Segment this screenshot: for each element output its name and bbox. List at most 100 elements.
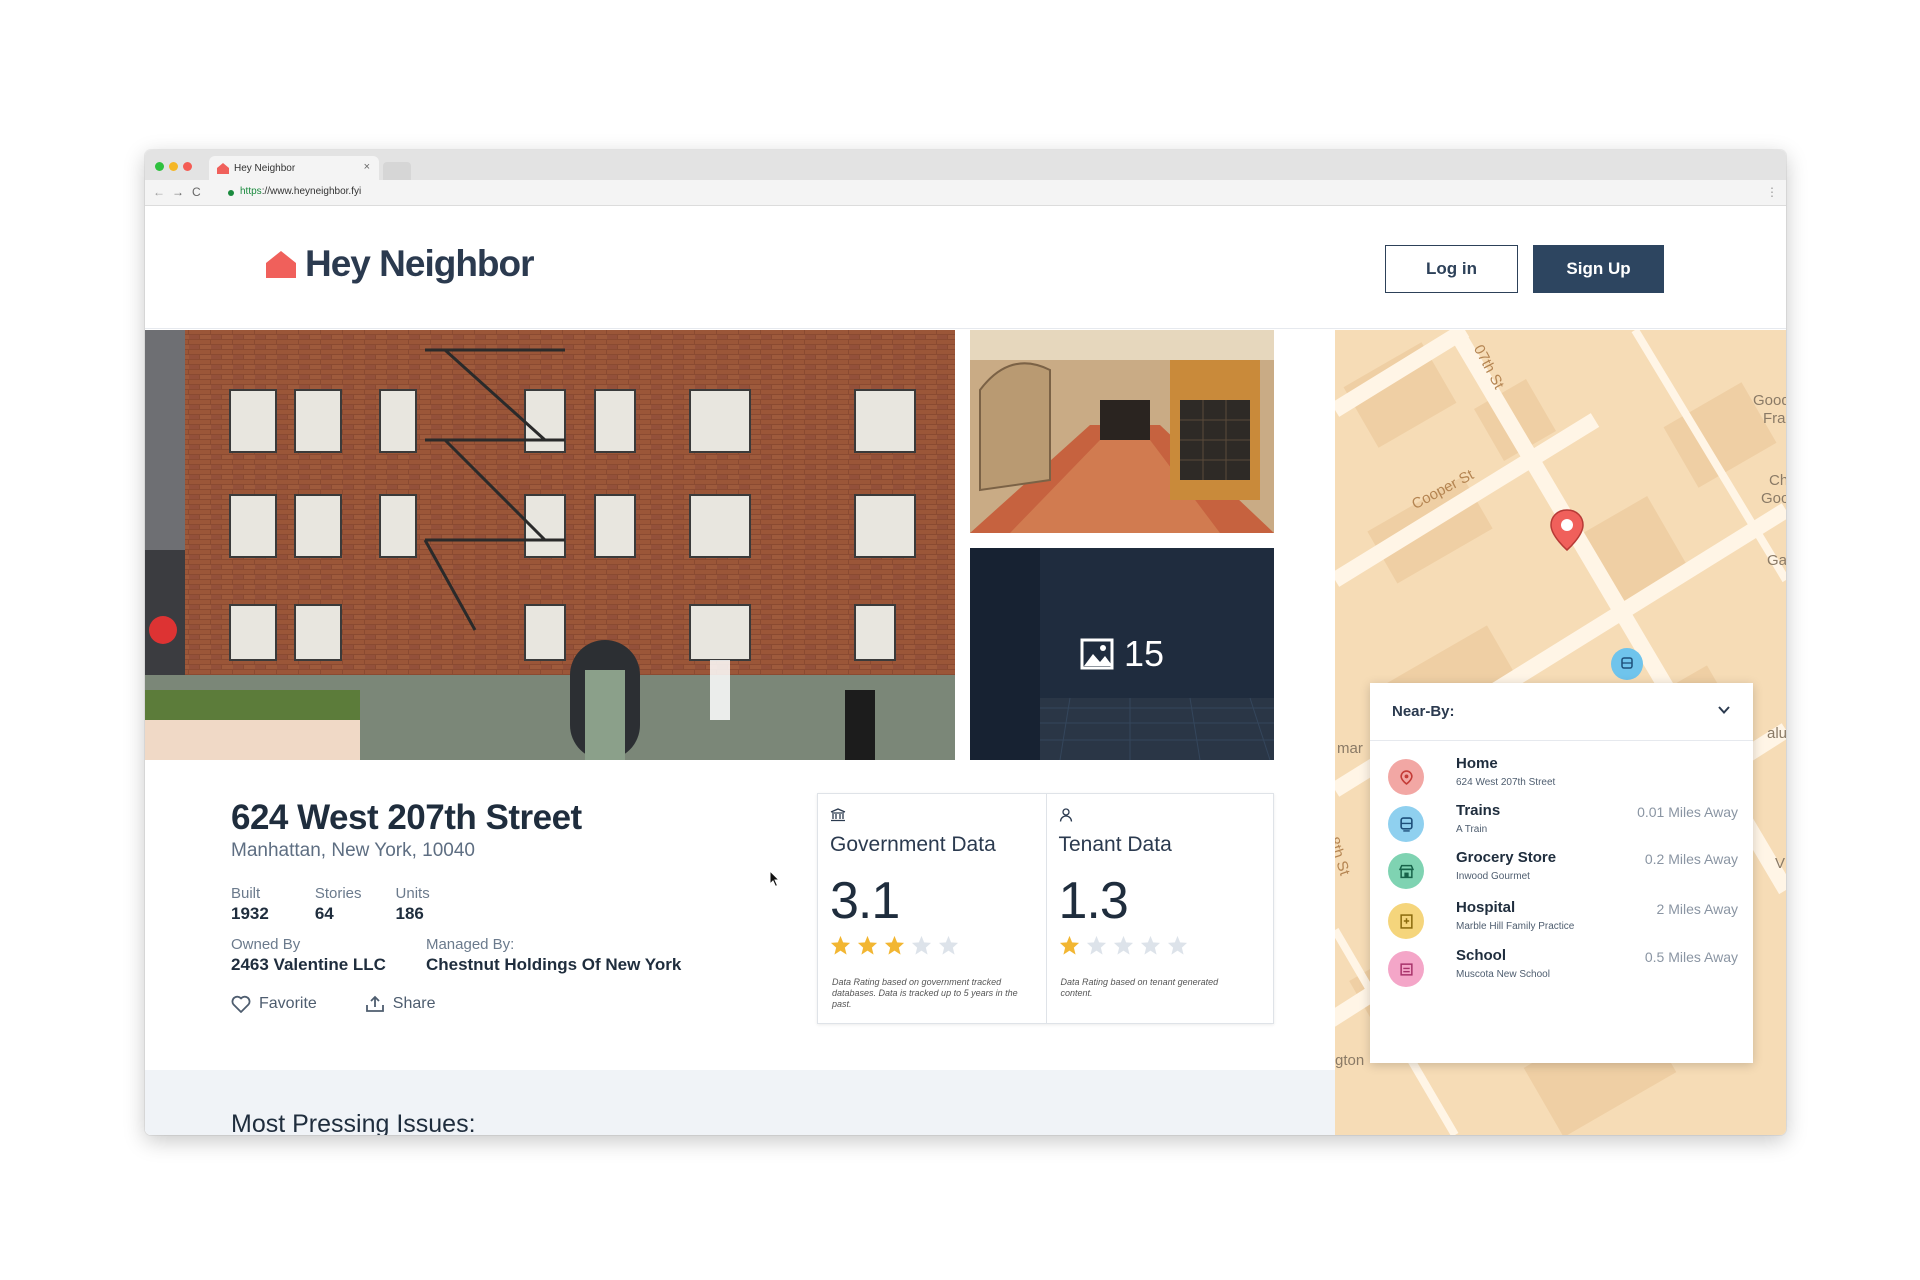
nearby-item-home[interactable]: Home 624 West 207th Street [1388,755,1738,809]
back-arrow-icon[interactable]: ← [153,185,165,199]
government-rating-stars [830,935,1034,955]
login-button[interactable]: Log in [1385,245,1518,293]
star-empty-icon [1113,935,1133,955]
signup-button[interactable]: Sign Up [1533,245,1664,293]
building-city: Manhattan, New York, 10040 [231,840,476,861]
star-filled-icon [884,935,905,955]
issues-title: Most Pressing Issues: [231,1110,476,1135]
tenant-rating[interactable]: Tenant Data 1.3 Data Rating based on ten… [1045,794,1274,1023]
nearby-item-detail: Muscota New School [1456,969,1550,980]
nearby-panel: Near-By: Home 624 West 207th Street Trains… [1370,683,1753,1063]
government-rating-title: Government Data [830,833,996,856]
share-button[interactable]: Share [365,995,436,1013]
nearby-item-distance: 2 Miles Away [1656,901,1738,917]
nearby-item-distance: 0.01 Miles Away [1637,804,1738,820]
owned-by-label: Owned By [231,936,301,953]
map-train-marker[interactable] [1611,648,1643,680]
fact-stories-value: 64 [314,904,334,923]
window-zoom-dot[interactable] [169,162,178,171]
map-place-label: Ga [1767,552,1786,569]
nearby-item-grocery-store[interactable]: Grocery Store Inwood Gourmet 0.2 Miles Awa… [1388,849,1738,903]
browser-menu-icon[interactable]: ⋮ [1766,185,1778,199]
tab-bar: Hey Neighbor × [145,150,1786,180]
tab-close-button[interactable]: × [364,161,370,173]
secure-lock-icon [228,190,234,196]
fact-built: Built 1932 [231,885,269,924]
tab-title: Hey Neighbor [234,162,296,174]
nearby-icon-badge [1388,853,1424,889]
map-location-pin-icon[interactable] [1549,508,1585,552]
site-header: Hey Neighbor Log in Sign Up [145,207,1786,329]
star-empty-icon [1140,935,1160,955]
lobby-photo[interactable] [970,330,1274,533]
star-filled-icon [1059,935,1079,955]
star-empty-icon [938,935,959,955]
government-rating-score: 3.1 [830,872,900,930]
star-filled-icon [857,935,878,955]
star-empty-icon [1167,935,1187,955]
browser-tab[interactable]: Hey Neighbor × [209,156,379,180]
nearby-item-hospital[interactable]: Hospital Marble Hill Family Practice 2 Mil… [1388,899,1738,953]
page-viewport: Hey Neighbor Log in Sign Up 15 624 West … [145,207,1786,1135]
fact-stories: Stories 64 [315,885,362,924]
reload-icon[interactable]: C [192,185,201,199]
building-ownership: Owned By 2463 Valentine LLC Managed By: … [231,936,681,975]
train-icon [1621,657,1633,669]
chevron-down-icon[interactable] [1717,703,1731,717]
nearby-item-detail: A Train [1456,824,1488,835]
house-favicon-icon [217,162,229,174]
mouse-cursor-icon [769,870,781,888]
building-actions: Favorite Share [231,995,436,1013]
photo-count-overlay: 15 [970,548,1274,760]
tenant-rating-title: Tenant Data [1058,833,1172,856]
site-logo[interactable]: Hey Neighbor [265,243,535,285]
school-icon [1399,962,1413,976]
more-photos-tile[interactable]: 15 [970,548,1274,760]
building-info-section: 624 West 207th Street Manhattan, New Yor… [145,760,1335,1070]
house-logo-icon [266,251,296,278]
building-facts: Built 1932 Stories 64 Units 186 [231,885,430,924]
nearby-item-name: Hospital [1456,899,1516,916]
star-empty-icon [911,935,932,955]
ratings-card: Government Data 3.1 Data Rating based on… [817,793,1274,1024]
government-rating[interactable]: Government Data 3.1 Data Rating based on… [818,794,1046,1023]
train-icon [1399,816,1413,832]
building-facade-image [145,330,955,760]
map-place-label: gton [1335,1052,1365,1069]
photo-count-value: 15 [1123,633,1165,674]
browser-window: Hey Neighbor × ← → C https://www.heyneig… [145,150,1786,1135]
new-tab-button[interactable] [383,162,411,180]
nearby-item-distance: 0.5 Miles Away [1644,949,1738,965]
url-host: ://www.heyneighbor.fyi [261,186,362,197]
map-place-label: Fra [1763,410,1786,427]
nearby-item-trains[interactable]: Trains A Train 0.01 Miles Away [1388,802,1738,856]
fact-stories-label: Stories [314,885,362,902]
managed-by: Managed By: Chestnut Holdings Of New Yor… [426,936,681,975]
pin-icon [1399,769,1413,785]
favorite-button[interactable]: Favorite [231,995,317,1013]
nearby-item-name: Trains [1456,802,1501,819]
forward-arrow-icon[interactable]: → [172,185,184,199]
window-close-dot[interactable] [183,162,192,171]
managed-by-label: Managed By: [425,936,515,953]
nearby-icon-badge [1388,903,1424,939]
nearby-item-distance: 0.2 Miles Away [1644,851,1738,867]
fact-units-label: Units [395,885,430,902]
nearby-item-name: Home [1456,755,1498,772]
star-empty-icon [1086,935,1106,955]
government-building-icon [830,808,846,822]
managed-by-value: Chestnut Holdings Of New York [425,955,682,974]
building-address: 624 West 207th Street [231,798,582,837]
lobby-image [970,330,1274,533]
hospital-icon [1399,913,1413,929]
window-minimize-dot[interactable] [155,162,164,171]
url-field[interactable]: https://www.heyneighbor.fyi [240,186,361,197]
nearby-icon-badge [1388,759,1424,795]
map-place-label: alup [1767,725,1786,742]
logo-text: Hey Neighbor [305,243,535,284]
building-main-photo[interactable] [145,330,955,760]
nearby-item-name: School [1456,947,1507,964]
map-place-label: Goo [1761,490,1786,507]
nearby-dropdown-header[interactable]: Near-By: [1370,683,1753,741]
nearby-item-school[interactable]: School Muscota New School 0.5 Miles Away [1388,947,1738,1001]
